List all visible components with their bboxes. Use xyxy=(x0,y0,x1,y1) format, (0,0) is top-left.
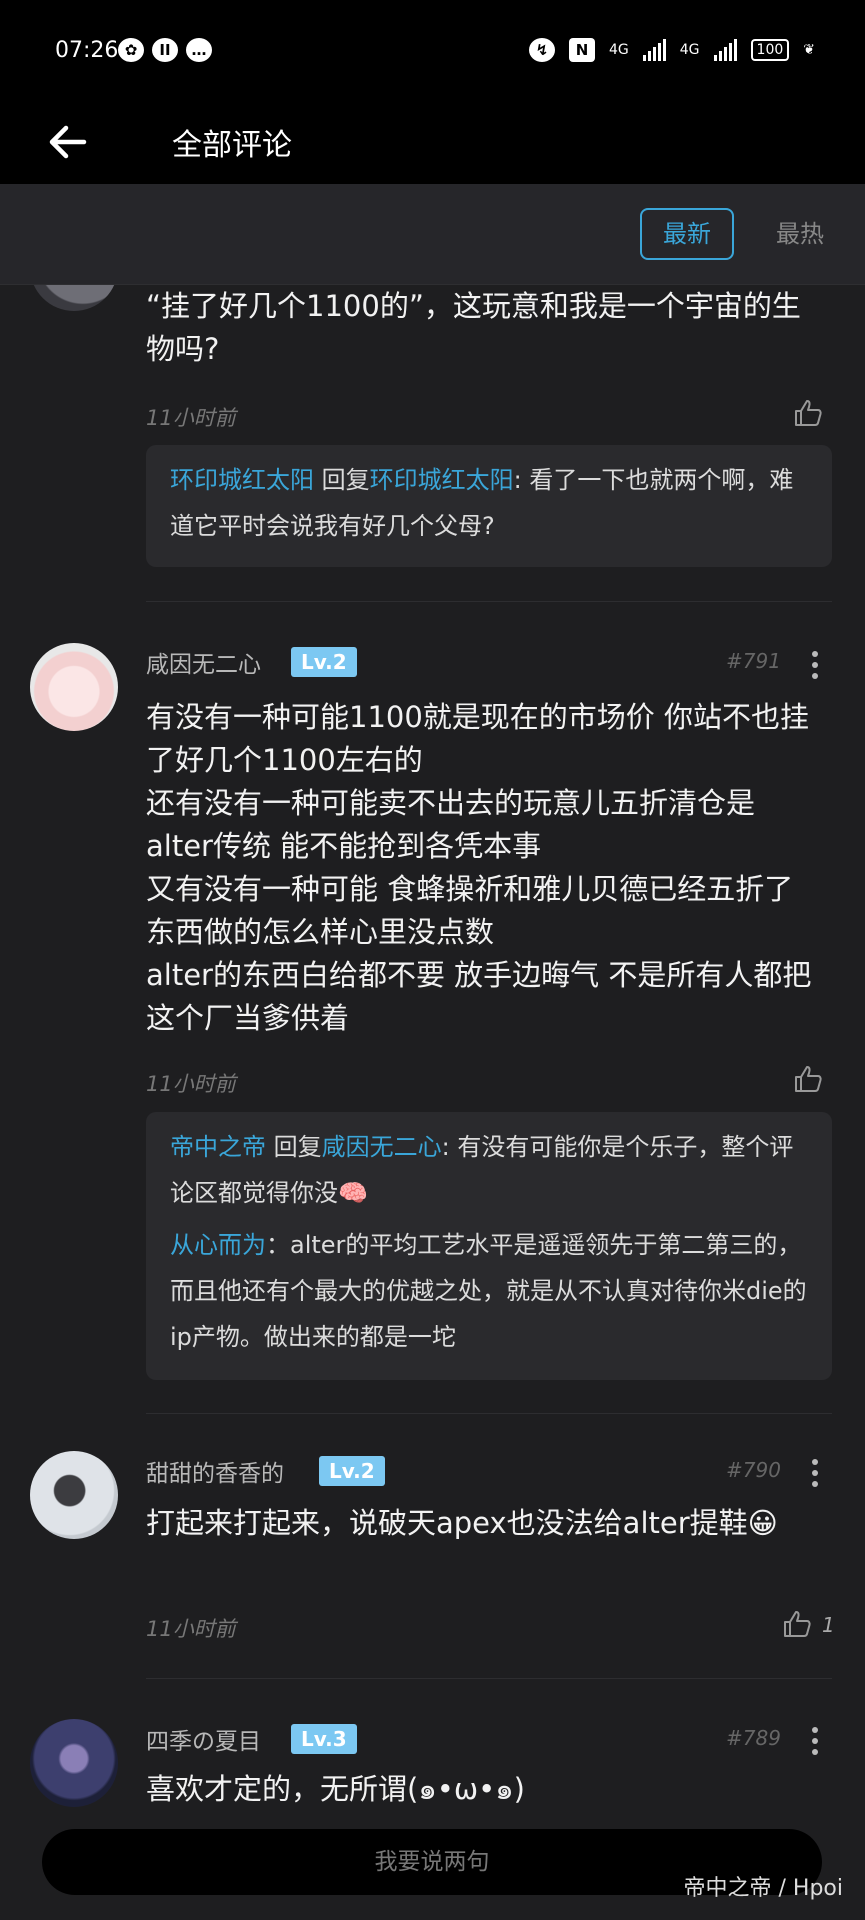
notification-icons: ✿ II … xyxy=(118,38,212,62)
comment-time: 11小时前 xyxy=(146,406,236,430)
more-icon[interactable] xyxy=(812,1727,818,1760)
comment-line: 有没有一种可能1100就是现在的市场价 你站不也挂了好几个1100左右的 xyxy=(146,700,810,777)
divider xyxy=(146,1678,832,1679)
username[interactable]: 四季の夏目 xyxy=(146,1722,261,1756)
comment-body: 有没有一种可能1100就是现在的市场价 你站不也挂了好几个1100左右的 还有没… xyxy=(146,696,816,1040)
comment-body: 打起来打起来，说破天apex也没法给alter提鞋😀 xyxy=(146,1506,778,1540)
title-bar: 全部评论 xyxy=(0,100,865,184)
reply-item[interactable]: 环印城红太阳 回复环印城红太阳: 看了一下也就两个啊，难道它平时会说我有好几个父… xyxy=(170,457,810,549)
leaf-icon: ❦ xyxy=(803,42,815,58)
page-title: 全部评论 xyxy=(172,128,292,163)
reply-target[interactable]: 环印城红太阳 xyxy=(370,466,514,494)
like-count: 1 xyxy=(822,1613,835,1637)
back-arrow-icon[interactable] xyxy=(44,118,92,166)
comment-body: 喜欢才定的，无所谓(๑•ω•๑) xyxy=(146,1772,525,1806)
avatar[interactable] xyxy=(30,1451,118,1539)
comment-line: alter的东西白给都不要 放手边晦气 不是所有人都把这个厂当爹供着 xyxy=(146,958,812,1035)
watermark: 帝中之帝 / Hpoi xyxy=(683,1876,843,1901)
reply-user[interactable]: 帝中之帝 xyxy=(170,1133,266,1161)
nfc-icon: N xyxy=(569,38,595,62)
signal-icon-2 xyxy=(713,39,737,61)
comment-line: 又有没有一种可能 食蜂操祈和雅儿贝德已经五折了 东西做的怎么样心里没点数 xyxy=(146,872,794,949)
username[interactable]: 甜甜的香香的 xyxy=(146,1454,284,1488)
wechat-icon: ✿ xyxy=(118,38,144,62)
reply-word: 回复 xyxy=(321,466,370,494)
floor-number: #791 xyxy=(726,649,781,673)
chat-bubble-icon: … xyxy=(186,38,212,62)
level-badge: Lv.2 xyxy=(319,1456,385,1486)
signal-icon xyxy=(642,39,666,61)
tab-latest[interactable]: 最新 xyxy=(640,208,734,260)
avatar[interactable] xyxy=(30,643,118,731)
level-badge: Lv.2 xyxy=(291,647,357,677)
network-type-1: 4G xyxy=(609,42,629,58)
reply-item[interactable]: 帝中之帝 回复咸因无二心: 有没有可能你是个乐子，整个评论区都觉得你没🧠 xyxy=(170,1124,810,1216)
status-bar: 07:26 ✿ II … ↯ N 4G 4G 100 ❦ xyxy=(0,0,865,100)
more-icon[interactable] xyxy=(812,651,818,684)
more-icon[interactable] xyxy=(812,1459,818,1492)
pause-app-icon: II xyxy=(152,38,178,62)
divider xyxy=(146,601,832,602)
comment-line: 还有没有一种可能卖不出去的玩意儿五折清仓是alter传统 能不能抢到各凭本事 xyxy=(146,786,756,863)
comment-time: 11小时前 xyxy=(146,1617,236,1641)
divider xyxy=(146,1413,832,1414)
floor-number: #789 xyxy=(726,1726,781,1750)
status-right: ↯ N 4G 4G 100 ❦ xyxy=(529,38,815,62)
avatar[interactable] xyxy=(30,1719,118,1807)
comment-input-bar: 我要说两句 帝中之帝 / Hpoi xyxy=(0,1815,865,1920)
sort-bar: 最新 最热 xyxy=(0,184,865,285)
comment-body: “挂了好几个1100的”，这玩意和我是一个宇宙的生物吗? xyxy=(146,289,801,366)
reply-word: 回复 xyxy=(273,1133,322,1161)
reply-user[interactable]: 环印城红太阳 xyxy=(170,466,314,494)
username[interactable]: 咸因无二心 xyxy=(146,645,261,679)
level-badge: Lv.3 xyxy=(291,1724,357,1754)
status-time: 07:26 xyxy=(55,38,119,63)
like-icon[interactable] xyxy=(782,1609,812,1639)
data-saver-icon: ↯ xyxy=(529,38,555,62)
comment-time: 11小时前 xyxy=(146,1072,236,1096)
network-type-2: 4G xyxy=(679,42,700,58)
reply-block: 环印城红太阳 回复环印城红太阳: 看了一下也就两个啊，难道它平时会说我有好几个父… xyxy=(146,445,832,567)
floor-number: #790 xyxy=(726,1458,781,1482)
reply-target[interactable]: 咸因无二心 xyxy=(322,1133,442,1161)
comment-list: “挂了好几个1100的”，这玩意和我是一个宇宙的生物吗? 11小时前 环印城红太… xyxy=(0,285,865,1815)
like-icon[interactable] xyxy=(793,1064,823,1094)
reply-block: 帝中之帝 回复咸因无二心: 有没有可能你是个乐子，整个评论区都觉得你没🧠 从心而… xyxy=(146,1112,832,1380)
tab-hot[interactable]: 最热 xyxy=(776,208,824,260)
avatar[interactable] xyxy=(30,285,118,311)
reply-text: ：alter的平均工艺水平是遥遥领先于第二第三的，而且他还有个最大的优越之处，就… xyxy=(170,1231,807,1351)
reply-item[interactable]: 从心而为：alter的平均工艺水平是遥遥领先于第二第三的，而且他还有个最大的优越… xyxy=(170,1222,810,1360)
reply-user[interactable]: 从心而为 xyxy=(170,1231,266,1259)
battery-icon: 100 xyxy=(750,39,790,61)
like-icon[interactable] xyxy=(793,398,823,428)
